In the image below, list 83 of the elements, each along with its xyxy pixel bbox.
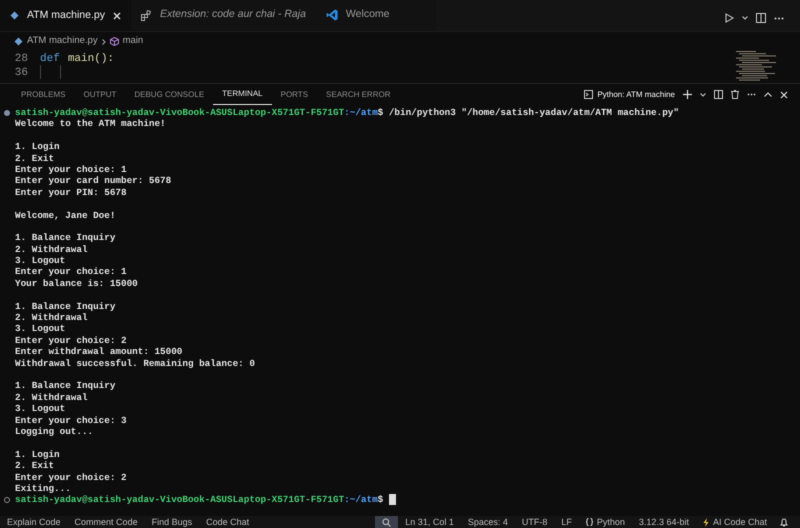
terminal-output-line: Welcome to the ATM machine! bbox=[15, 118, 166, 130]
status-bar-link[interactable]: Find Bugs bbox=[144, 516, 200, 528]
terminal-output-line: Enter your card number: 5678 bbox=[15, 175, 172, 186]
panel-tab[interactable]: OUTPUT bbox=[74, 84, 126, 104]
terminal-output-line: 1. Login bbox=[15, 141, 60, 152]
panel-tab[interactable]: PROBLEMS bbox=[12, 84, 74, 104]
panel-tab[interactable]: PORTS bbox=[272, 84, 318, 104]
chevron-right-icon bbox=[102, 38, 106, 44]
cube-icon bbox=[110, 37, 119, 46]
terminal-output-line: Withdrawal successful. Remaining balance: 0 bbox=[15, 358, 255, 369]
terminal-output-line: Enter withdrawal amount: 15000 bbox=[15, 346, 182, 358]
chevron-up-icon[interactable] bbox=[764, 92, 772, 97]
status-bar-link[interactable]: Comment Code bbox=[68, 516, 145, 528]
indent-guide-icon bbox=[40, 65, 64, 79]
terminal-output-line: Enter your PIN: 5678 bbox=[15, 186, 127, 198]
terminal-output-line: 2. Withdrawal bbox=[15, 244, 88, 255]
terminal-output-line: 2. Withdrawal bbox=[15, 392, 88, 403]
close-icon[interactable] bbox=[113, 12, 121, 20]
lightning-icon bbox=[702, 518, 709, 526]
editor-tab[interactable]: ATM machine.py bbox=[0, 0, 131, 31]
terminal-output-line: Enter your choice: 2 bbox=[15, 334, 127, 346]
text-cursor bbox=[388, 494, 396, 506]
code-line: def main(): bbox=[40, 52, 114, 65]
run-icon[interactable] bbox=[725, 13, 734, 23]
terminal-output-line: 1. Balance Inquiry bbox=[15, 380, 116, 392]
terminal-output-line: Enter your choice: 2 bbox=[15, 472, 127, 482]
status-bar-item[interactable]: 3.12.3 64-bit bbox=[632, 516, 696, 528]
python-file-icon bbox=[10, 11, 19, 20]
status-bar-item[interactable]: Spaces: 4 bbox=[460, 516, 515, 528]
terminal-output-line: 2. Withdrawal bbox=[15, 312, 88, 324]
command-status-icon[interactable] bbox=[4, 497, 10, 504]
panel-tab[interactable]: TERMINAL bbox=[213, 84, 272, 104]
plus-icon[interactable] bbox=[683, 90, 692, 99]
more-icon[interactable] bbox=[774, 16, 784, 20]
close-icon[interactable] bbox=[780, 90, 788, 98]
panel-tab[interactable]: SEARCH ERROR bbox=[317, 84, 400, 104]
terminal-prompt: satish-yadav@satish-yadav-VivoBook-ASUSLaptop-X571GT-F571GT:~/atm$ bbox=[15, 107, 384, 118]
terminal-output-line: 3. Logout bbox=[15, 255, 66, 266]
terminal-output-line: 2. Exit bbox=[15, 152, 54, 164]
extension-icon bbox=[141, 10, 152, 20]
status-bar-link[interactable]: Explain Code bbox=[0, 516, 68, 528]
line-number: 36 bbox=[14, 66, 29, 79]
terminal-output-line: Enter your choice: 1 bbox=[15, 164, 127, 175]
zoom-button[interactable] bbox=[375, 516, 398, 528]
terminal-output-line: Exiting... bbox=[15, 482, 71, 494]
status-bar-item[interactable]: Python bbox=[578, 516, 632, 528]
status-bar-item[interactable]: Ln 31, Col 1 bbox=[398, 516, 461, 528]
magnifier-icon bbox=[382, 518, 392, 526]
terminal-prompt: satish-yadav@satish-yadav-VivoBook-ASUSLaptop-X571GT-F571GT:~/atm$ bbox=[15, 494, 384, 506]
terminal-icon bbox=[584, 90, 594, 99]
terminal-name[interactable]: Python: ATM machine bbox=[597, 88, 675, 100]
terminal-output-line: 2. Exit bbox=[15, 460, 54, 472]
line-number: 28 bbox=[14, 52, 29, 65]
terminal-output-line: 1. Login bbox=[15, 448, 60, 460]
chevron-down-icon[interactable] bbox=[742, 16, 748, 20]
breadcrumb-item[interactable]: ATM machine.py bbox=[27, 34, 98, 49]
status-bar-item[interactable]: LF bbox=[554, 516, 579, 528]
terminal-output-line: Welcome, Jane Doe! bbox=[15, 210, 116, 221]
status-bar-item[interactable]: AI Code Chat bbox=[696, 516, 774, 528]
breadcrumb-item[interactable]: main bbox=[122, 34, 144, 49]
terminal-output-line: 3. Logout bbox=[15, 323, 66, 334]
minimap-drawing bbox=[736, 51, 776, 83]
python-file-icon bbox=[14, 37, 23, 46]
terminal-output-line: Enter your choice: 1 bbox=[15, 266, 127, 278]
terminal-command: /bin/python3 "/home/satish-yadav/atm/ATM machine.py" bbox=[388, 107, 679, 118]
terminal-output-line: 1. Balance Inquiry bbox=[15, 300, 116, 312]
panel-tab[interactable]: DEBUG CONSOLE bbox=[125, 84, 214, 104]
more-icon[interactable] bbox=[747, 93, 756, 96]
command-status-icon[interactable] bbox=[4, 110, 10, 116]
terminal-output-line: 1. Balance Inquiry bbox=[15, 232, 116, 244]
braces-icon bbox=[586, 518, 593, 526]
status-bar-item[interactable]: UTF-8 bbox=[514, 516, 554, 528]
code-editor-logo-icon bbox=[326, 9, 338, 21]
trash-icon[interactable] bbox=[731, 90, 739, 99]
terminal-output-line: Your balance is: 15000 bbox=[15, 278, 138, 289]
chevron-down-icon[interactable] bbox=[700, 92, 706, 96]
terminal-output-line: 3. Logout bbox=[15, 403, 66, 414]
terminal-output-line: Logging out... bbox=[15, 426, 94, 437]
split-panel-icon[interactable] bbox=[714, 90, 723, 99]
status-bar-link[interactable]: Code Chat bbox=[199, 516, 256, 528]
split-editor-icon[interactable] bbox=[756, 13, 766, 23]
terminal-output-line: Enter your choice: 3 bbox=[15, 414, 127, 426]
bell-icon[interactable] bbox=[780, 518, 788, 526]
